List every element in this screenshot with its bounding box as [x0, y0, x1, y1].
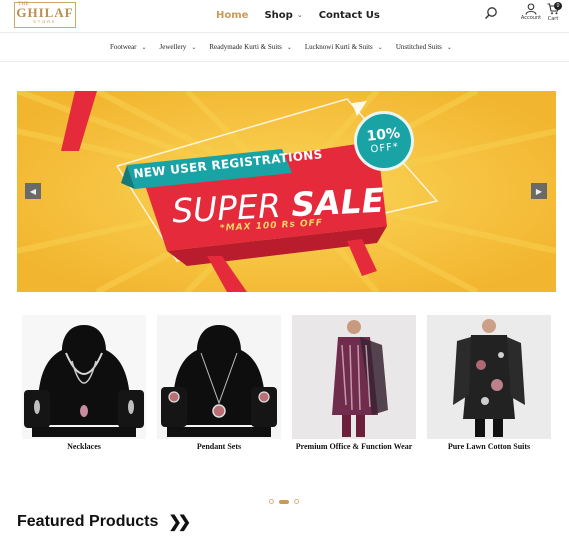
category-card-title[interactable]: Pendant Sets — [157, 442, 281, 451]
logo-suffix: STORE — [33, 19, 57, 24]
chevron-down-icon: ⌄ — [141, 44, 147, 51]
category-label: Readymade Kurti & Suits — [209, 43, 282, 51]
category-label: Unstitched Suits — [395, 43, 442, 51]
pendant-display-image — [157, 315, 281, 439]
account-label: Account — [520, 15, 542, 21]
brand-logo[interactable]: THE GHILAF STORE — [14, 2, 76, 28]
nav-contact[interactable]: Contact Us — [319, 8, 380, 22]
category-jewellery[interactable]: Jewellery ⌄ — [159, 43, 196, 51]
nav-shop-label: Shop — [264, 9, 293, 21]
banner-next-button[interactable]: ▶ — [531, 183, 547, 199]
chevron-down-icon: ⌄ — [191, 44, 197, 51]
product-image[interactable] — [157, 315, 281, 439]
category-nav-items: Footwear ⌄ Jewellery ⌄ Readymade Kurti &… — [110, 43, 465, 51]
category-card-title[interactable]: Pure Lawn Cotton Suits — [427, 442, 551, 451]
cart-count-badge: 0 — [554, 2, 562, 10]
cart-label: Cart — [547, 16, 559, 22]
necklace-display-image — [22, 315, 146, 439]
chevron-down-icon: ⌄ — [377, 44, 383, 51]
chevron-down-icon: ⌄ — [446, 44, 452, 51]
category-lucknowi[interactable]: Lucknowi Kurti & Suits ⌄ — [305, 43, 383, 51]
category-readymade[interactable]: Readymade Kurti & Suits ⌄ — [209, 43, 292, 51]
category-card-title[interactable]: Premium Office & Function Wear — [292, 442, 416, 451]
chevron-down-icon: ⌄ — [286, 44, 292, 51]
chevron-right-icon: ▶ — [535, 186, 543, 196]
site-header: THE GHILAF STORE Home Shop ⌄ Contact Us … — [0, 0, 569, 32]
product-image[interactable] — [22, 315, 146, 439]
cart-link[interactable]: 0 Cart — [544, 2, 562, 22]
carousel-pagination — [269, 499, 299, 504]
category-footwear[interactable]: Footwear ⌄ — [110, 43, 146, 51]
carousel-dot[interactable] — [294, 499, 299, 504]
product-image[interactable] — [427, 315, 551, 439]
category-card-office-wear[interactable]: Premium Office & Function Wear — [292, 315, 416, 451]
lawn-suit-model-image — [427, 315, 551, 439]
category-card-necklaces[interactable]: Necklaces — [22, 315, 146, 451]
main-nav: Home Shop ⌄ Contact Us — [216, 8, 380, 22]
featured-heading-text: Featured Products — [17, 513, 159, 530]
product-image[interactable] — [292, 315, 416, 439]
category-label: Lucknowi Kurti & Suits — [304, 43, 373, 51]
category-card-pendant-sets[interactable]: Pendant Sets — [157, 315, 281, 451]
category-label: Footwear — [110, 43, 137, 51]
office-wear-model-image — [292, 315, 416, 439]
chevron-left-icon: ◀ — [29, 186, 37, 196]
chevron-down-icon: ⌄ — [296, 11, 303, 19]
category-unstitched[interactable]: Unstitched Suits ⌄ — [396, 43, 452, 51]
hero-banner[interactable]: NEW USER REGISTRATIONS SUPER SALE *MAX 1… — [17, 91, 556, 292]
logo-name: GHILAF — [16, 5, 74, 20]
search-icon[interactable] — [484, 6, 498, 20]
nav-home[interactable]: Home — [216, 8, 248, 22]
discount-off-label: OFF* — [370, 141, 400, 155]
carousel-dot-active[interactable] — [279, 499, 289, 504]
carousel-dot[interactable] — [269, 499, 274, 504]
category-card-lawn-cotton[interactable]: Pure Lawn Cotton Suits — [427, 315, 551, 451]
double-chevron-right-icon[interactable]: ❯❯ — [168, 512, 191, 532]
banner-prev-button[interactable]: ◀ — [25, 183, 41, 199]
category-label: Jewellery — [159, 43, 187, 51]
user-icon — [525, 3, 537, 15]
banner-headline-bold: SALE — [290, 180, 386, 225]
category-card-title[interactable]: Necklaces — [22, 442, 146, 451]
logo-prefix: THE — [18, 2, 30, 7]
account-link[interactable]: Account — [520, 3, 542, 21]
category-nav: Footwear ⌄ Jewellery ⌄ Readymade Kurti &… — [0, 32, 569, 62]
nav-shop[interactable]: Shop ⌄ — [264, 8, 302, 22]
featured-products-heading: Featured Products ❯❯ — [17, 512, 191, 532]
category-carousel: Necklaces Pendant Sets Premium Office & … — [22, 315, 556, 455]
